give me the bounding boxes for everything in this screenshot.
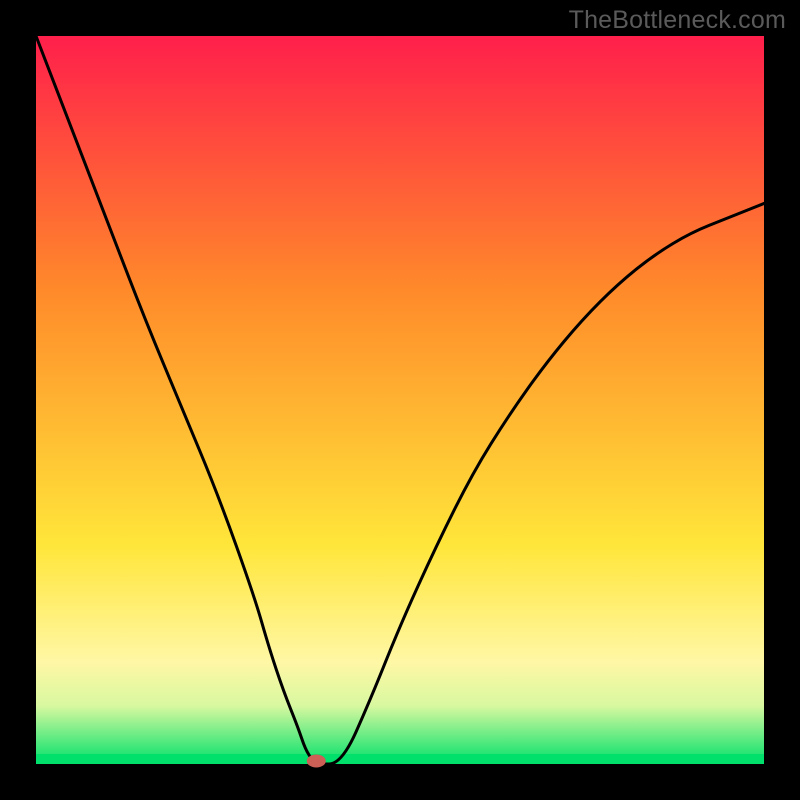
chart-svg [0,0,800,800]
plot-background [36,36,764,764]
chart-frame: TheBottleneck.com [0,0,800,800]
optimal-point-marker [307,755,325,767]
watermark-label: TheBottleneck.com [569,6,786,35]
floor-strip [36,754,764,764]
